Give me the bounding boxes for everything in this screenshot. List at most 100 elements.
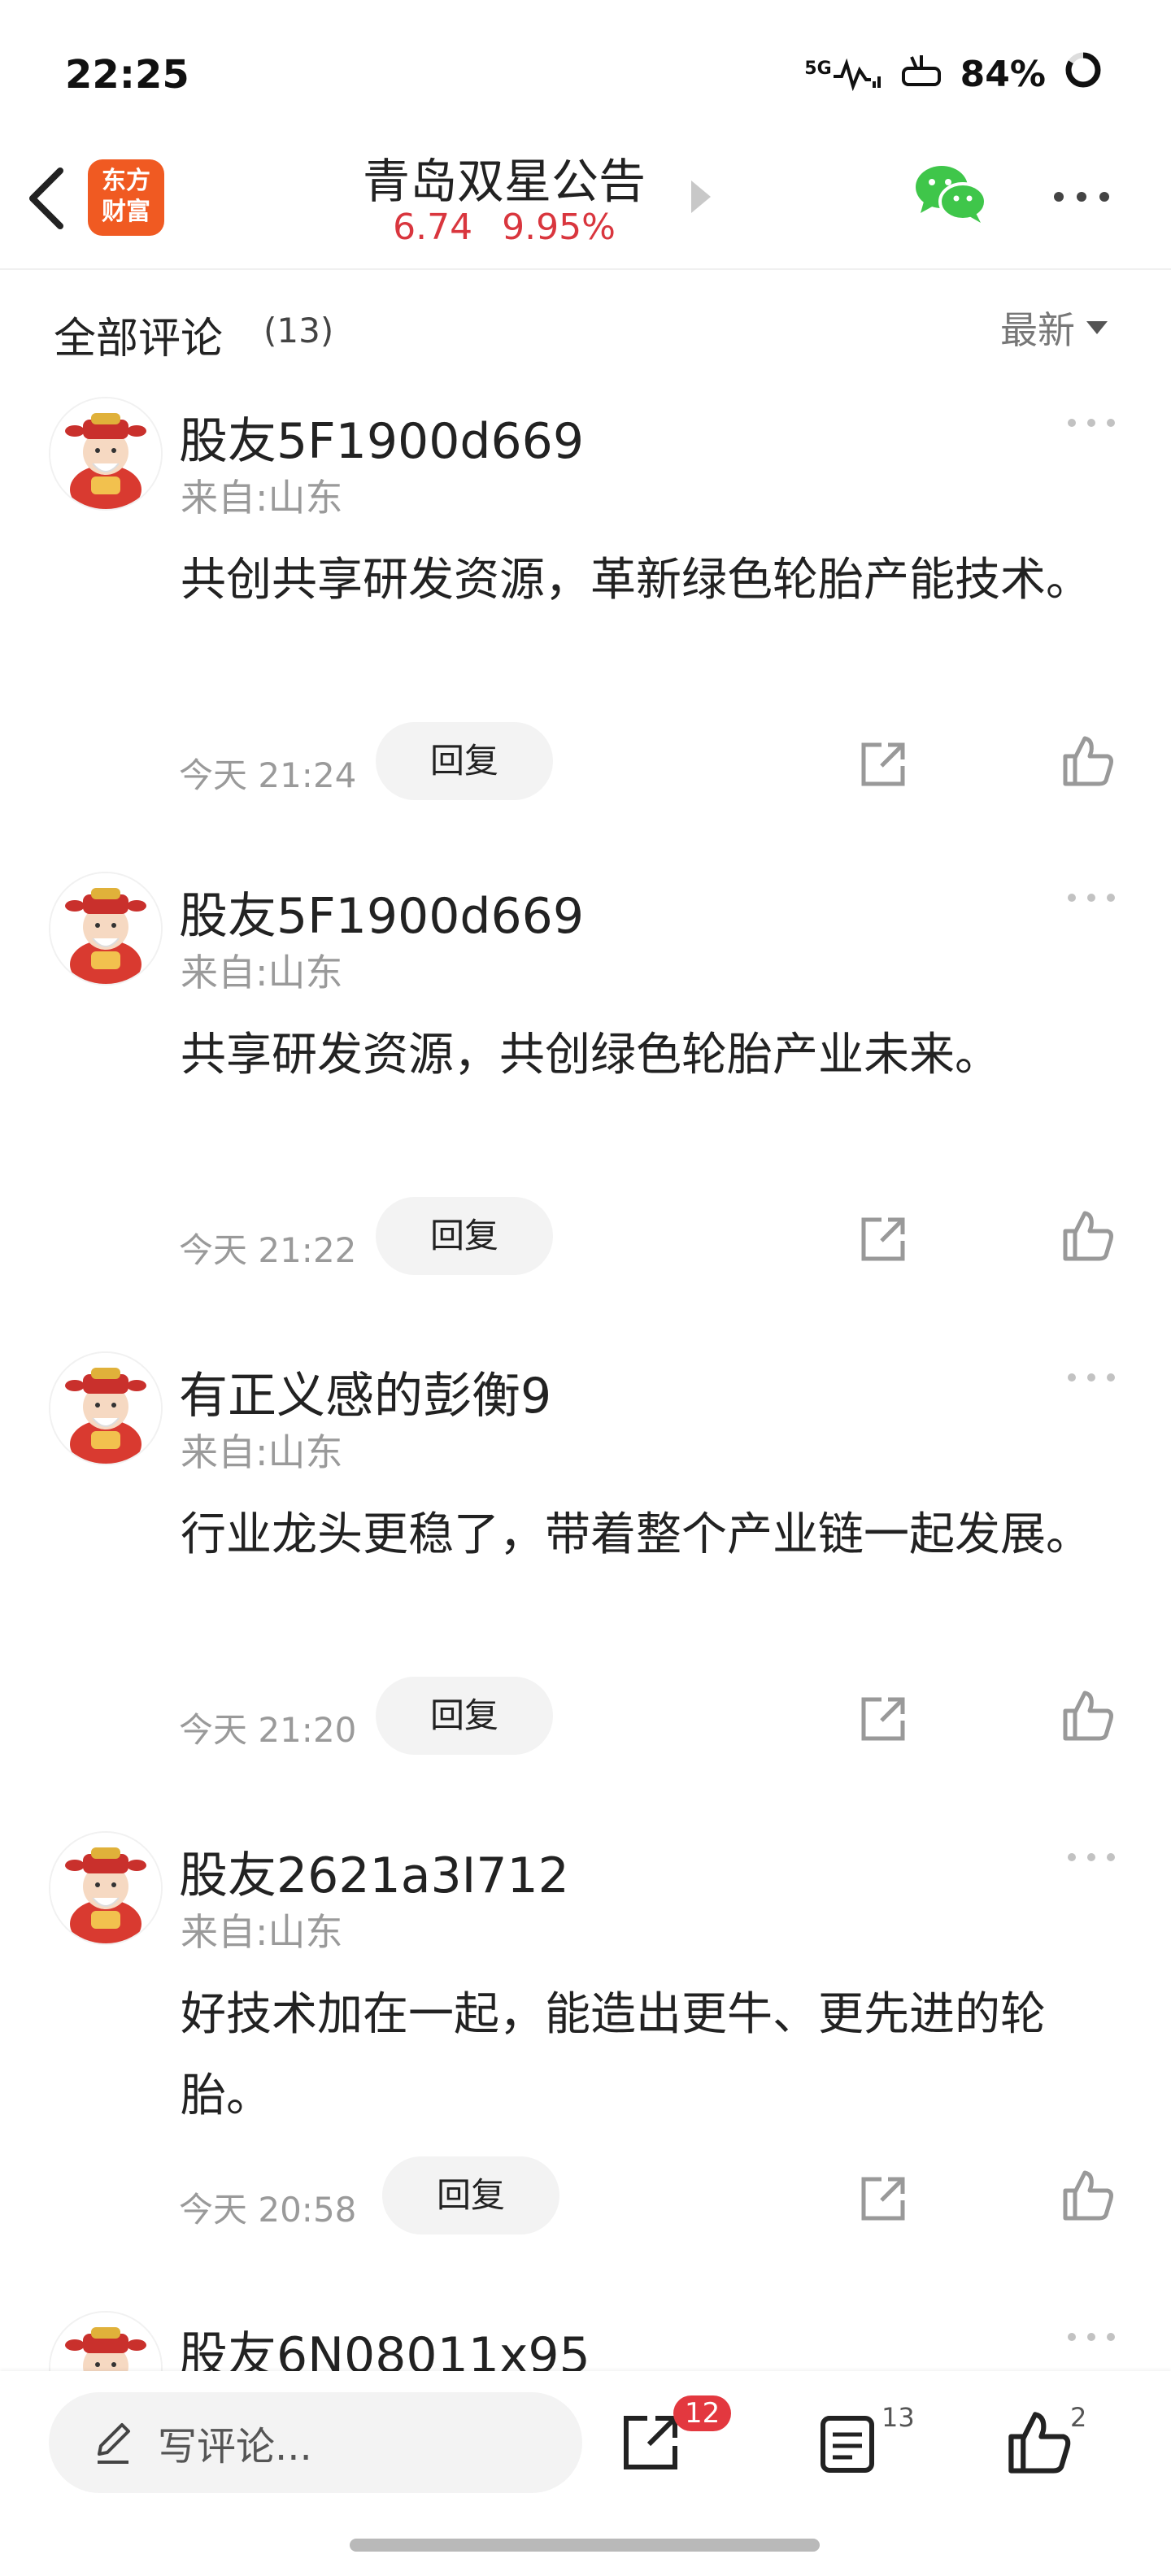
comment-text[interactable]: 共享研发资源，共创绿色轮胎产业未来。	[181, 1015, 1116, 1096]
thumbs-up-icon	[1008, 2412, 1071, 2474]
share-icon	[861, 2177, 905, 2221]
comment-text[interactable]: 好技术加在一起，能造出更牛、更先进的轮胎。	[181, 1974, 1116, 2137]
wechat-icon	[916, 166, 987, 223]
comment-more-button[interactable]	[1065, 1849, 1117, 1869]
comments-button[interactable]	[818, 2413, 877, 2478]
like-button[interactable]	[1060, 1688, 1116, 1747]
avatar[interactable]	[49, 1831, 163, 1945]
caishen-avatar-icon	[50, 873, 161, 984]
caishen-avatar-icon	[50, 1833, 161, 1943]
share-icon	[861, 1697, 905, 1741]
status-time: 22:25	[65, 52, 189, 98]
reply-button[interactable]: 回复	[382, 2156, 559, 2234]
comment-text[interactable]: 共创共享研发资源，革新绿色轮胎产能技术。	[181, 540, 1116, 621]
comments-count: (13)	[263, 311, 334, 350]
reply-button[interactable]: 回复	[376, 1677, 553, 1755]
comment-username[interactable]: 股友6N08011x95	[179, 2316, 590, 2371]
comment-list-icon	[821, 2416, 874, 2473]
comment-username[interactable]: 股友2621a3I712	[179, 1836, 569, 1907]
comment-username[interactable]: 股友5F1900d669	[179, 402, 584, 472]
back-button[interactable]	[23, 163, 72, 234]
all-comments-title: 全部评论	[54, 315, 224, 363]
comment-count: 13	[882, 2402, 915, 2433]
share-count-badge: 12	[673, 2395, 732, 2431]
title-expand-icon[interactable]	[690, 179, 712, 218]
pencil-icon	[98, 2423, 130, 2464]
comment-location: 来自:山东	[181, 476, 343, 520]
comment-item: 股友6N08011x95	[0, 2311, 1171, 2371]
comment-location: 来自:山东	[181, 1910, 343, 1954]
avatar[interactable]	[49, 1351, 163, 1465]
share-icon	[861, 742, 905, 786]
reply-button[interactable]: 回复	[376, 722, 553, 800]
comment-location: 来自:山东	[181, 951, 343, 994]
thumbs-up-icon	[1063, 1211, 1113, 1261]
share-icon	[861, 1217, 905, 1261]
thumbs-up-icon	[1063, 1690, 1113, 1741]
comment-location: 来自:山东	[181, 1430, 343, 1474]
stock-price: 6.74	[393, 207, 473, 248]
comment-more-button[interactable]	[1065, 1369, 1117, 1389]
comment-time: 今天 21:24	[179, 755, 357, 795]
sort-dropdown[interactable]: 最新	[1000, 301, 1108, 355]
battery-level: 84%	[960, 54, 1046, 95]
caishen-avatar-icon	[50, 1353, 161, 1464]
signal-5g-icon: 5G	[804, 58, 882, 91]
like-post-button[interactable]	[1005, 2408, 1073, 2480]
comment-item: 有正义感的彭衡9 来自:山东 行业龙头更稳了，带着整个产业链一起发展。 今天 2…	[0, 1351, 1171, 1831]
comment-time: 今天 21:22	[179, 1230, 357, 1270]
comment-more-button[interactable]	[1065, 2329, 1117, 2348]
eastmoney-logo[interactable]: 东方 财富	[88, 159, 164, 236]
stock-change: 9.95%	[502, 207, 616, 248]
like-button[interactable]	[1060, 733, 1116, 792]
comment-username[interactable]: 有正义感的彭衡9	[179, 1356, 551, 1427]
share-icon	[624, 2416, 677, 2469]
forward-button[interactable]	[620, 2412, 681, 2477]
home-indicator[interactable]	[350, 2539, 820, 2552]
comment-username[interactable]: 股友5F1900d669	[179, 877, 584, 947]
share-button[interactable]	[857, 1693, 909, 1748]
avatar[interactable]	[49, 2311, 163, 2371]
write-comment-input[interactable]: 写评论...	[49, 2392, 582, 2493]
like-button[interactable]	[1060, 2168, 1116, 2226]
avatar[interactable]	[49, 872, 163, 986]
comment-text[interactable]: 行业龙头更稳了，带着整个产业链一起发展。	[181, 1495, 1116, 1576]
wechat-share-button[interactable]	[912, 163, 990, 228]
thumbs-up-icon	[1063, 736, 1113, 786]
battery-ring-icon	[1064, 50, 1103, 98]
comment-item: 股友5F1900d669 来自:山东 共享研发资源，共创绿色轮胎产业未来。 今天…	[0, 872, 1171, 1351]
share-button[interactable]	[857, 2173, 909, 2228]
more-dots-icon	[1054, 192, 1109, 202]
comment-time: 今天 20:58	[179, 2190, 357, 2230]
more-dots-icon	[1068, 2333, 1115, 2341]
comment-more-button[interactable]	[1065, 890, 1117, 909]
reply-button[interactable]: 回复	[376, 1197, 553, 1275]
caishen-avatar-icon	[50, 2313, 161, 2371]
like-count: 2	[1070, 2402, 1087, 2433]
more-dots-icon	[1068, 1853, 1115, 1861]
comment-time: 今天 21:20	[179, 1710, 357, 1750]
like-button[interactable]	[1060, 1208, 1116, 1267]
sort-label: 最新	[1000, 308, 1075, 352]
comment-item: 股友5F1900d669 来自:山东 共创共享研发资源，革新绿色轮胎产能技术。 …	[0, 397, 1171, 877]
status-indicators: 5G 84%	[804, 50, 1103, 98]
comment-item: 股友2621a3I712 来自:山东 好技术加在一起，能造出更牛、更先进的轮胎。…	[0, 1831, 1171, 2311]
page-title[interactable]: 青岛双星公告	[342, 143, 667, 211]
caret-down-icon	[1086, 321, 1108, 334]
more-dots-icon	[1068, 1373, 1115, 1382]
avatar[interactable]	[49, 397, 163, 511]
share-button[interactable]	[857, 1213, 909, 1268]
stock-quote: 6.74 9.95%	[342, 207, 667, 248]
logo-text-line2: 财富	[102, 198, 150, 226]
logo-text-line1: 东方	[102, 167, 150, 195]
network-type: 5G	[804, 58, 832, 79]
thumbs-up-icon	[1063, 2170, 1113, 2221]
more-options-button[interactable]	[1049, 181, 1114, 213]
back-arrow-icon	[29, 168, 63, 229]
share-button[interactable]	[857, 738, 909, 794]
write-comment-placeholder: 写评论...	[158, 2424, 312, 2469]
more-dots-icon	[1068, 419, 1115, 427]
comment-more-button[interactable]	[1065, 415, 1117, 434]
wifi-router-icon	[900, 52, 942, 97]
caishen-avatar-icon	[50, 398, 161, 509]
